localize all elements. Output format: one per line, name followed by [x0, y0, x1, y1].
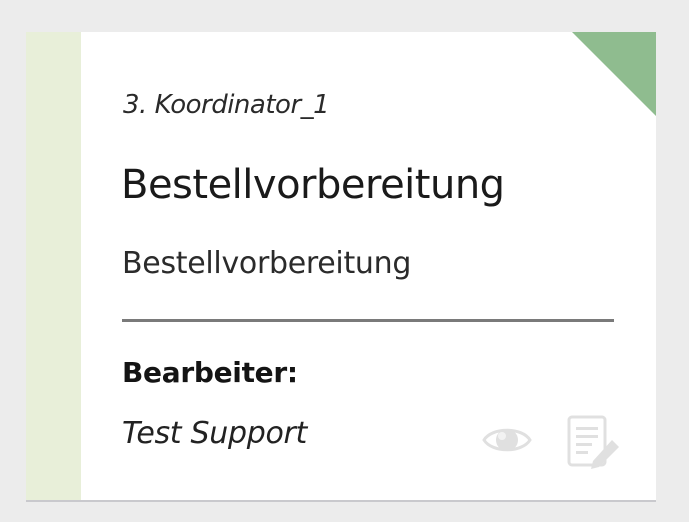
- coordinator-label: 3. Koordinator_1: [123, 90, 330, 120]
- assignee-label: Bearbeiter:: [122, 356, 298, 389]
- task-card[interactable]: 3. Koordinator_1 Bestellvorbereitung Bes…: [26, 32, 656, 502]
- divider: [122, 319, 614, 322]
- edit-document-icon[interactable]: [566, 414, 622, 470]
- status-stripe: [26, 32, 81, 500]
- assignee-name: Test Support: [122, 416, 307, 451]
- status-corner-marker: [572, 32, 656, 116]
- task-title: Bestellvorbereitung: [121, 162, 505, 208]
- task-subtitle: Bestellvorbereitung: [122, 246, 412, 281]
- eye-icon[interactable]: [482, 424, 532, 456]
